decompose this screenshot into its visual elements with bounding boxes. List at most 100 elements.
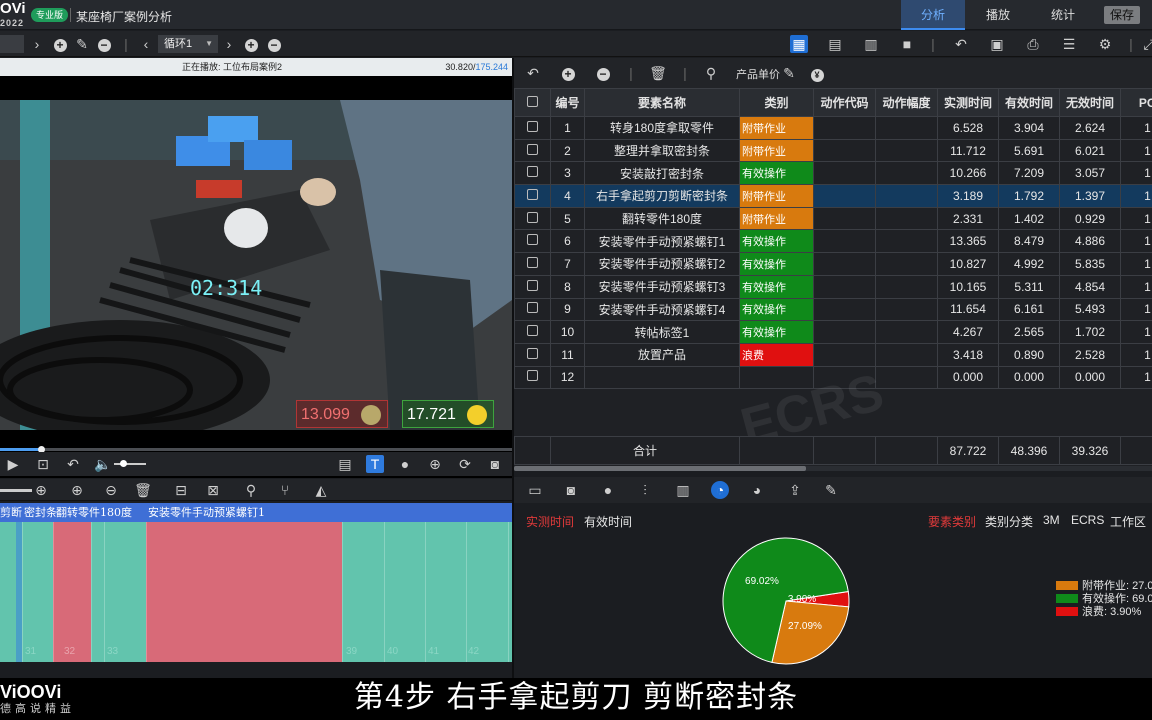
chart-tab-element-category[interactable]: 要素类别 (928, 513, 976, 530)
action-code[interactable] (813, 161, 876, 186)
legend-item[interactable]: 浪费: 3.90% (1056, 606, 1141, 618)
tab-statistics[interactable]: 统计 (1032, 0, 1094, 30)
row-checkbox[interactable] (514, 342, 551, 367)
action-code[interactable] (813, 274, 876, 299)
action-amplitude[interactable] (875, 138, 938, 163)
back-icon[interactable]: ↶ (64, 455, 82, 473)
checkbox[interactable] (527, 302, 538, 314)
timeline-track[interactable]: 31 32 33 39 40 41 42 (0, 522, 512, 662)
element-category[interactable]: 附带作业 (739, 116, 814, 140)
legend-item[interactable]: 有效操作: 69.0 (1056, 593, 1152, 605)
column-header[interactable]: PO (1120, 88, 1152, 117)
volume-handle[interactable] (120, 460, 127, 467)
action-code[interactable] (813, 252, 876, 276)
table-row[interactable]: 5 翻转零件180度 附带作业 2.331 1.402 0.929 1 (514, 206, 1152, 231)
chart-tab-classification[interactable]: 类别分类 (985, 513, 1033, 530)
action-code[interactable] (813, 206, 876, 231)
zoom-in-icon[interactable]: ⊕ (426, 455, 444, 473)
row-checkbox[interactable] (514, 206, 551, 231)
step-dropdown[interactable] (0, 35, 24, 53)
upload-icon[interactable]: ⇪ (786, 481, 804, 499)
checkbox[interactable] (527, 120, 538, 132)
row-checkbox[interactable] (514, 320, 551, 344)
timeline-label[interactable]: 剪断 (0, 503, 22, 522)
menu-icon[interactable]: ☰ (1060, 35, 1078, 53)
close-box-icon[interactable]: ⊠ (204, 481, 222, 499)
expand-icon[interactable]: ⤢ (1140, 35, 1152, 53)
scrollbar-thumb[interactable] (514, 466, 806, 471)
camera-icon[interactable]: ◙ (486, 455, 504, 473)
row-checkbox[interactable] (514, 297, 551, 322)
checkbox[interactable] (527, 256, 538, 268)
element-category[interactable]: 有效操作 (739, 252, 814, 276)
person-icon[interactable]: ⚲ (702, 64, 720, 82)
element-category[interactable]: 有效操作 (739, 297, 814, 322)
timeline-segment[interactable] (146, 522, 342, 662)
table-row[interactable]: 2 整理并拿取密封条 附带作业 11.712 5.691 6.021 1 (514, 138, 1152, 163)
undo-icon[interactable]: ↶ (952, 35, 970, 53)
pen-icon[interactable]: ✎ (822, 481, 840, 499)
action-amplitude[interactable] (875, 320, 938, 344)
element-category[interactable]: 附带作业 (739, 138, 814, 163)
checkbox[interactable] (527, 325, 538, 337)
action-amplitude[interactable] (875, 252, 938, 276)
refresh-icon[interactable]: ⟳ (456, 455, 474, 473)
action-amplitude[interactable] (875, 116, 938, 140)
remove-icon[interactable]: − (95, 35, 113, 53)
remove-icon[interactable]: ⊖ (102, 481, 120, 499)
element-category[interactable]: 有效操作 (739, 274, 814, 299)
action-code[interactable] (813, 342, 876, 367)
chart-tab-3m[interactable]: 3M (1043, 513, 1060, 527)
layout-rows-icon[interactable]: ▤ (826, 35, 844, 53)
remove-row-icon[interactable]: − (594, 64, 612, 82)
column-header[interactable]: 编号 (550, 88, 585, 117)
element-name[interactable]: 安装零件手动预紧螺钉4 (584, 297, 740, 322)
action-amplitude[interactable] (875, 184, 938, 208)
undo-icon[interactable]: ↶ (524, 64, 542, 82)
element-name[interactable] (584, 365, 740, 390)
add-row-icon[interactable]: + (559, 64, 577, 82)
add-icon[interactable]: ⊕ (68, 481, 86, 499)
element-name[interactable]: 安装零件手动预紧螺钉3 (584, 274, 740, 299)
action-code[interactable] (813, 297, 876, 322)
column-header[interactable]: 类别 (739, 88, 814, 117)
row-checkbox[interactable] (514, 138, 551, 163)
chart-tab-ecrs[interactable]: ECRS (1071, 513, 1104, 527)
timeline-zoom-slider[interactable] (0, 489, 32, 492)
layout-grid-icon[interactable]: ▦ (790, 35, 808, 53)
add-loop-icon[interactable]: + (242, 35, 260, 53)
chart-tab-valid[interactable]: 有效时间 (584, 513, 632, 530)
column-header[interactable]: 有效时间 (998, 88, 1060, 117)
row-checkbox[interactable] (514, 365, 551, 390)
element-name[interactable]: 整理并拿取密封条 (584, 138, 740, 163)
action-code[interactable] (813, 229, 876, 254)
table-row[interactable]: 6 安装零件手动预紧螺钉1 有效操作 13.365 8.479 4.886 1 (514, 229, 1152, 254)
timeline-segment[interactable] (53, 522, 91, 662)
chevron-right-icon[interactable]: › (220, 35, 238, 53)
element-category[interactable]: 有效操作 (739, 161, 814, 186)
split-icon[interactable]: ⑂ (276, 481, 294, 499)
column-header[interactable]: 动作代码 (813, 88, 876, 117)
checkbox[interactable] (527, 279, 538, 291)
select-all-checkbox[interactable] (527, 95, 538, 107)
play-icon[interactable]: ▶ (4, 455, 22, 473)
element-name[interactable]: 安装零件手动预紧螺钉2 (584, 252, 740, 276)
zoom-in-icon[interactable]: ⊕ (32, 481, 50, 499)
row-checkbox[interactable] (514, 161, 551, 186)
tab-play[interactable]: 播放 (968, 0, 1028, 30)
action-amplitude[interactable] (875, 206, 938, 231)
checkbox[interactable] (527, 143, 538, 155)
chevron-left-icon[interactable]: ‹ (137, 35, 155, 53)
column-header[interactable]: 要素名称 (584, 88, 740, 117)
gear-icon[interactable]: ⚙ (1096, 35, 1114, 53)
action-code[interactable] (813, 184, 876, 208)
row-checkbox[interactable] (514, 116, 551, 140)
equalizer-icon[interactable]: ⫶ (636, 481, 654, 499)
microphone-icon[interactable]: ● (396, 455, 414, 473)
comment-icon[interactable]: ▭ (526, 481, 544, 499)
person-icon[interactable]: ⚲ (242, 481, 260, 499)
table-row[interactable]: 11 放置产品 浪费 3.418 0.890 2.528 1 (514, 342, 1152, 367)
column-header[interactable]: 无效时间 (1059, 88, 1121, 117)
element-name[interactable]: 转帖标签1 (584, 320, 740, 344)
element-name[interactable]: 右手拿起剪刀剪断密封条 (584, 184, 740, 208)
